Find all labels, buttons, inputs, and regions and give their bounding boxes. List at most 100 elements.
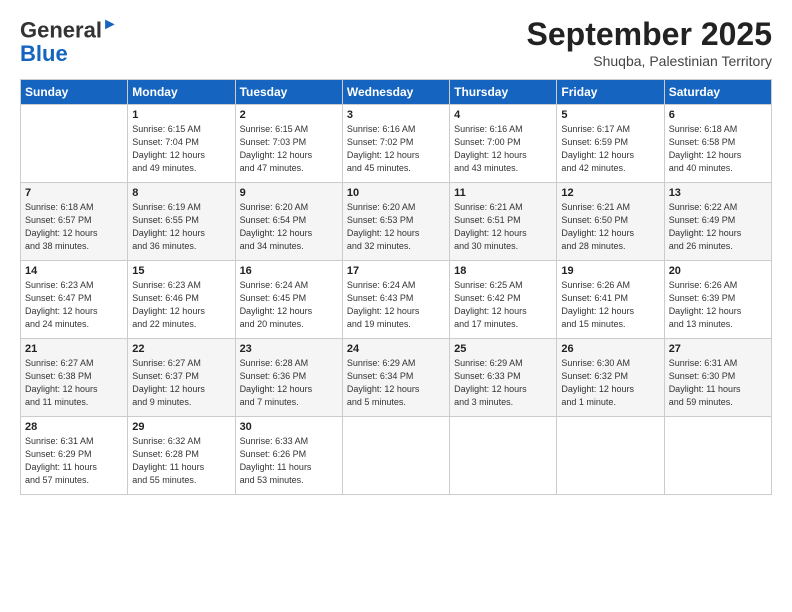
calendar-cell: 13 Sunrise: 6:22 AM Sunset: 6:49 PM Dayli… (664, 183, 771, 261)
day-number: 4 (454, 109, 552, 121)
calendar-cell: 23 Sunrise: 6:28 AM Sunset: 6:36 PM Dayli… (235, 339, 342, 417)
col-header-saturday: Saturday (664, 80, 771, 105)
header: General► Blue September 2025 Shuqba, Pal… (20, 16, 772, 69)
calendar-cell: 9Sunrise: 6:20 AM Sunset: 6:54 PM Daylig… (235, 183, 342, 261)
day-number: 20 (669, 265, 767, 277)
day-info: Sunrise: 6:15 AM Sunset: 7:04 PM Dayligh… (132, 123, 230, 175)
calendar-cell: 7 Sunrise: 6:18 AM Sunset: 6:57 PM Daylig… (21, 183, 128, 261)
calendar-cell: 24 Sunrise: 6:29 AM Sunset: 6:34 PM Dayli… (342, 339, 449, 417)
week-row-1: 1 Sunrise: 6:15 AM Sunset: 7:04 PM Daylig… (21, 105, 772, 183)
calendar-table: SundayMondayTuesdayWednesdayThursdayFrid… (20, 79, 772, 495)
month-title: September 2025 (527, 16, 772, 53)
title-block: September 2025 Shuqba, Palestinian Terri… (527, 16, 772, 69)
calendar-cell: 19 Sunrise: 6:26 AM Sunset: 6:41 PM Dayli… (557, 261, 664, 339)
day-info: Sunrise: 6:19 AM Sunset: 6:55 PM Dayligh… (132, 201, 230, 253)
day-number: 1 (132, 109, 230, 121)
day-info: Sunrise: 6:20 AM Sunset: 6:53 PM Dayligh… (347, 201, 445, 253)
calendar-cell: 22Sunrise: 6:27 AM Sunset: 6:37 PM Dayli… (128, 339, 235, 417)
day-info: Sunrise: 6:23 AM Sunset: 6:46 PM Dayligh… (132, 279, 230, 331)
day-number: 15 (132, 265, 230, 277)
day-number: 10 (347, 187, 445, 199)
day-info: Sunrise: 6:16 AM Sunset: 7:02 PM Dayligh… (347, 123, 445, 175)
day-number: 16 (240, 265, 338, 277)
col-header-friday: Friday (557, 80, 664, 105)
day-number: 5 (561, 109, 659, 121)
col-header-monday: Monday (128, 80, 235, 105)
logo-general: General (20, 17, 102, 42)
calendar-cell: 20 Sunrise: 6:26 AM Sunset: 6:39 PM Dayli… (664, 261, 771, 339)
day-info: Sunrise: 6:31 AM Sunset: 6:29 PM Dayligh… (25, 435, 123, 487)
calendar-cell: 18 Sunrise: 6:25 AM Sunset: 6:42 PM Dayli… (450, 261, 557, 339)
day-info: Sunrise: 6:17 AM Sunset: 6:59 PM Dayligh… (561, 123, 659, 175)
day-number: 11 (454, 187, 552, 199)
calendar-header-row: SundayMondayTuesdayWednesdayThursdayFrid… (21, 80, 772, 105)
day-number: 18 (454, 265, 552, 277)
day-number: 27 (669, 343, 767, 355)
calendar-cell: 30Sunrise: 6:33 AM Sunset: 6:26 PM Dayli… (235, 417, 342, 495)
day-info: Sunrise: 6:26 AM Sunset: 6:39 PM Dayligh… (669, 279, 767, 331)
calendar-cell (21, 105, 128, 183)
day-number: 23 (240, 343, 338, 355)
calendar-cell: 29Sunrise: 6:32 AM Sunset: 6:28 PM Dayli… (128, 417, 235, 495)
calendar-cell (557, 417, 664, 495)
calendar-cell: 17Sunrise: 6:24 AM Sunset: 6:43 PM Dayli… (342, 261, 449, 339)
day-number: 25 (454, 343, 552, 355)
day-number: 13 (669, 187, 767, 199)
calendar-cell: 26 Sunrise: 6:30 AM Sunset: 6:32 PM Dayli… (557, 339, 664, 417)
col-header-tuesday: Tuesday (235, 80, 342, 105)
calendar-cell: 21Sunrise: 6:27 AM Sunset: 6:38 PM Dayli… (21, 339, 128, 417)
day-info: Sunrise: 6:18 AM Sunset: 6:57 PM Dayligh… (25, 201, 123, 253)
day-info: Sunrise: 6:29 AM Sunset: 6:34 PM Dayligh… (347, 357, 445, 409)
day-info: Sunrise: 6:26 AM Sunset: 6:41 PM Dayligh… (561, 279, 659, 331)
col-header-wednesday: Wednesday (342, 80, 449, 105)
calendar-cell: 1 Sunrise: 6:15 AM Sunset: 7:04 PM Daylig… (128, 105, 235, 183)
calendar-cell (664, 417, 771, 495)
day-info: Sunrise: 6:29 AM Sunset: 6:33 PM Dayligh… (454, 357, 552, 409)
calendar-cell (342, 417, 449, 495)
day-info: Sunrise: 6:20 AM Sunset: 6:54 PM Dayligh… (240, 201, 338, 253)
day-info: Sunrise: 6:31 AM Sunset: 6:30 PM Dayligh… (669, 357, 767, 409)
calendar-cell: 2Sunrise: 6:15 AM Sunset: 7:03 PM Daylig… (235, 105, 342, 183)
calendar-cell: 8Sunrise: 6:19 AM Sunset: 6:55 PM Daylig… (128, 183, 235, 261)
calendar-cell: 4Sunrise: 6:16 AM Sunset: 7:00 PM Daylig… (450, 105, 557, 183)
calendar-cell: 6 Sunrise: 6:18 AM Sunset: 6:58 PM Daylig… (664, 105, 771, 183)
day-info: Sunrise: 6:28 AM Sunset: 6:36 PM Dayligh… (240, 357, 338, 409)
day-number: 14 (25, 265, 123, 277)
day-info: Sunrise: 6:21 AM Sunset: 6:50 PM Dayligh… (561, 201, 659, 253)
day-info: Sunrise: 6:21 AM Sunset: 6:51 PM Dayligh… (454, 201, 552, 253)
calendar-cell: 27 Sunrise: 6:31 AM Sunset: 6:30 PM Dayli… (664, 339, 771, 417)
day-info: Sunrise: 6:18 AM Sunset: 6:58 PM Dayligh… (669, 123, 767, 175)
week-row-4: 21Sunrise: 6:27 AM Sunset: 6:38 PM Dayli… (21, 339, 772, 417)
day-info: Sunrise: 6:25 AM Sunset: 6:42 PM Dayligh… (454, 279, 552, 331)
col-header-thursday: Thursday (450, 80, 557, 105)
day-number: 19 (561, 265, 659, 277)
calendar-cell (450, 417, 557, 495)
week-row-5: 28 Sunrise: 6:31 AM Sunset: 6:29 PM Dayli… (21, 417, 772, 495)
day-number: 28 (25, 421, 123, 433)
day-number: 7 (25, 187, 123, 199)
calendar-body: 1 Sunrise: 6:15 AM Sunset: 7:04 PM Daylig… (21, 105, 772, 495)
day-info: Sunrise: 6:33 AM Sunset: 6:26 PM Dayligh… (240, 435, 338, 487)
calendar-cell: 5 Sunrise: 6:17 AM Sunset: 6:59 PM Daylig… (557, 105, 664, 183)
day-number: 12 (561, 187, 659, 199)
calendar-cell: 15 Sunrise: 6:23 AM Sunset: 6:46 PM Dayli… (128, 261, 235, 339)
day-info: Sunrise: 6:15 AM Sunset: 7:03 PM Dayligh… (240, 123, 338, 175)
day-info: Sunrise: 6:30 AM Sunset: 6:32 PM Dayligh… (561, 357, 659, 409)
calendar-cell: 12 Sunrise: 6:21 AM Sunset: 6:50 PM Dayli… (557, 183, 664, 261)
day-info: Sunrise: 6:24 AM Sunset: 6:45 PM Dayligh… (240, 279, 338, 331)
logo-blue: Blue (20, 43, 68, 65)
week-row-2: 7 Sunrise: 6:18 AM Sunset: 6:57 PM Daylig… (21, 183, 772, 261)
page: General► Blue September 2025 Shuqba, Pal… (0, 0, 792, 612)
calendar-cell: 14Sunrise: 6:23 AM Sunset: 6:47 PM Dayli… (21, 261, 128, 339)
calendar-cell: 25 Sunrise: 6:29 AM Sunset: 6:33 PM Dayli… (450, 339, 557, 417)
week-row-3: 14Sunrise: 6:23 AM Sunset: 6:47 PM Dayli… (21, 261, 772, 339)
day-number: 6 (669, 109, 767, 121)
day-info: Sunrise: 6:24 AM Sunset: 6:43 PM Dayligh… (347, 279, 445, 331)
day-number: 21 (25, 343, 123, 355)
day-number: 24 (347, 343, 445, 355)
day-info: Sunrise: 6:22 AM Sunset: 6:49 PM Dayligh… (669, 201, 767, 253)
calendar-cell: 16 Sunrise: 6:24 AM Sunset: 6:45 PM Dayli… (235, 261, 342, 339)
calendar-cell: 3Sunrise: 6:16 AM Sunset: 7:02 PM Daylig… (342, 105, 449, 183)
day-number: 29 (132, 421, 230, 433)
day-number: 26 (561, 343, 659, 355)
